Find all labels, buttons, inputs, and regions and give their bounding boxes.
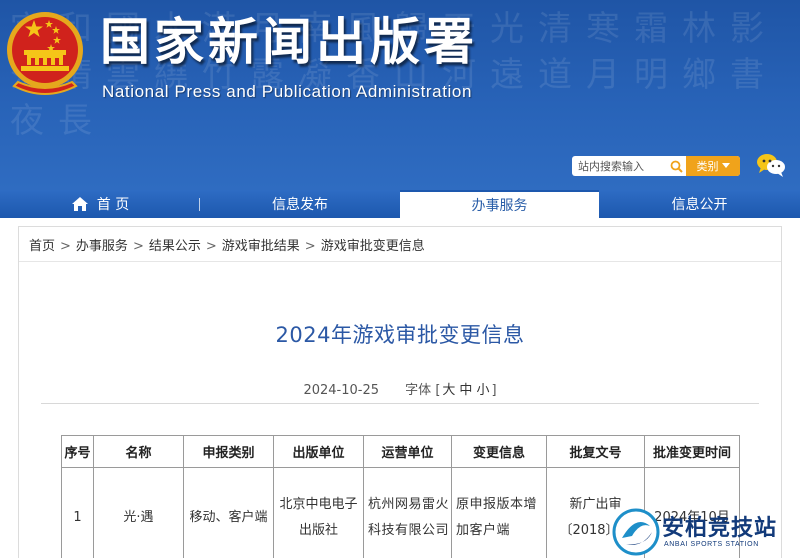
table-header-row: 序号 名称 申报类别 出版单位 运营单位 变更信息 批复文号 批准变更时间	[61, 435, 740, 468]
watermark: 安柏竞技站 ANBAI SPORTS STATION	[612, 508, 800, 558]
nav-item-info-release[interactable]: 信息发布	[200, 190, 400, 218]
bracket: [	[435, 383, 441, 398]
font-size-large[interactable]: 大	[442, 383, 455, 398]
bracket: ]	[491, 383, 497, 398]
column-header: 名称	[93, 435, 184, 468]
home-icon	[71, 197, 88, 211]
column-header: 变更信息	[451, 435, 547, 468]
site-title: 国家新闻出版署	[100, 13, 478, 71]
caret-down-icon	[721, 163, 730, 168]
column-header: 批复文号	[546, 435, 645, 468]
cell-category: 移动、客户端	[183, 467, 274, 558]
cell-publisher: 北京中电电子出版社	[273, 467, 364, 558]
article-meta: 2024-10-25 字体 [大中小]	[19, 379, 781, 398]
font-size-medium[interactable]: 中	[459, 383, 472, 398]
cell-name: 光·遇	[93, 467, 184, 558]
header-banner: 宇和國水滿月南風歸天光清寒霜林影落晴雲繞竹露凝香山河遠道月明鄉書夜長 国家新闻出…	[0, 0, 800, 190]
cell-no: 1	[61, 467, 94, 558]
watermark-logo-icon	[612, 508, 660, 556]
column-header: 出版单位	[273, 435, 364, 468]
publish-date: 2024-10-25	[303, 383, 380, 398]
breadcrumb-separator: >	[60, 239, 71, 254]
breadcrumb-item[interactable]: 结果公示	[149, 239, 201, 254]
nav-item-info-disclosure[interactable]: 信息公开	[599, 190, 800, 218]
article-title: 2024年游戏审批变更信息	[275, 323, 525, 347]
divider	[41, 403, 759, 404]
search-input[interactable]	[572, 157, 666, 175]
nav-item-label: 信息发布	[272, 197, 328, 213]
main-nav: 首 页 信息发布 办事服务 信息公开	[0, 190, 800, 218]
cell-operator: 杭州网易雷火科技有限公司	[363, 467, 452, 558]
watermark-text: 安柏竞技站	[662, 516, 778, 541]
search-button[interactable]	[666, 157, 686, 175]
watermark-subtext: ANBAI SPORTS STATION	[664, 541, 759, 548]
font-size-label: 字体	[405, 383, 432, 398]
nav-item-label: 信息公开	[671, 197, 728, 213]
breadcrumb-separator: >	[205, 239, 217, 254]
cell-change: 原申报版本增加客户端	[451, 467, 547, 558]
nav-item-label: 首 页	[96, 197, 130, 213]
search-box: 类别	[572, 156, 740, 176]
breadcrumb-item[interactable]: 首页	[29, 239, 55, 254]
wechat-icon[interactable]	[756, 152, 786, 178]
category-label: 类别	[696, 160, 719, 173]
search-icon	[670, 160, 683, 173]
nav-item-home[interactable]: 首 页	[0, 190, 200, 218]
site-subtitle: National Press and Publication Administr…	[102, 82, 473, 101]
column-header: 批准变更时间	[644, 435, 740, 468]
column-header: 序号	[61, 435, 94, 468]
breadcrumb: 首页 > 办事服务 > 结果公示 > 游戏审批结果 > 游戏审批变更信息	[29, 235, 425, 254]
nav-item-label: 办事服务	[471, 198, 528, 214]
column-header: 运营单位	[363, 435, 452, 468]
breadcrumb-item[interactable]: 办事服务	[76, 239, 128, 254]
font-size-small[interactable]: 小	[476, 383, 489, 398]
breadcrumb-item[interactable]: 游戏审批变更信息	[321, 239, 425, 254]
column-header: 申报类别	[183, 435, 274, 468]
breadcrumb-separator: >	[132, 239, 144, 254]
nav-item-services[interactable]: 办事服务	[400, 190, 599, 218]
category-dropdown[interactable]: 类别	[686, 156, 740, 176]
breadcrumb-separator: >	[304, 239, 316, 254]
national-emblem-icon	[7, 12, 83, 95]
breadcrumb-item[interactable]: 游戏审批结果	[222, 239, 300, 254]
divider	[19, 261, 781, 262]
